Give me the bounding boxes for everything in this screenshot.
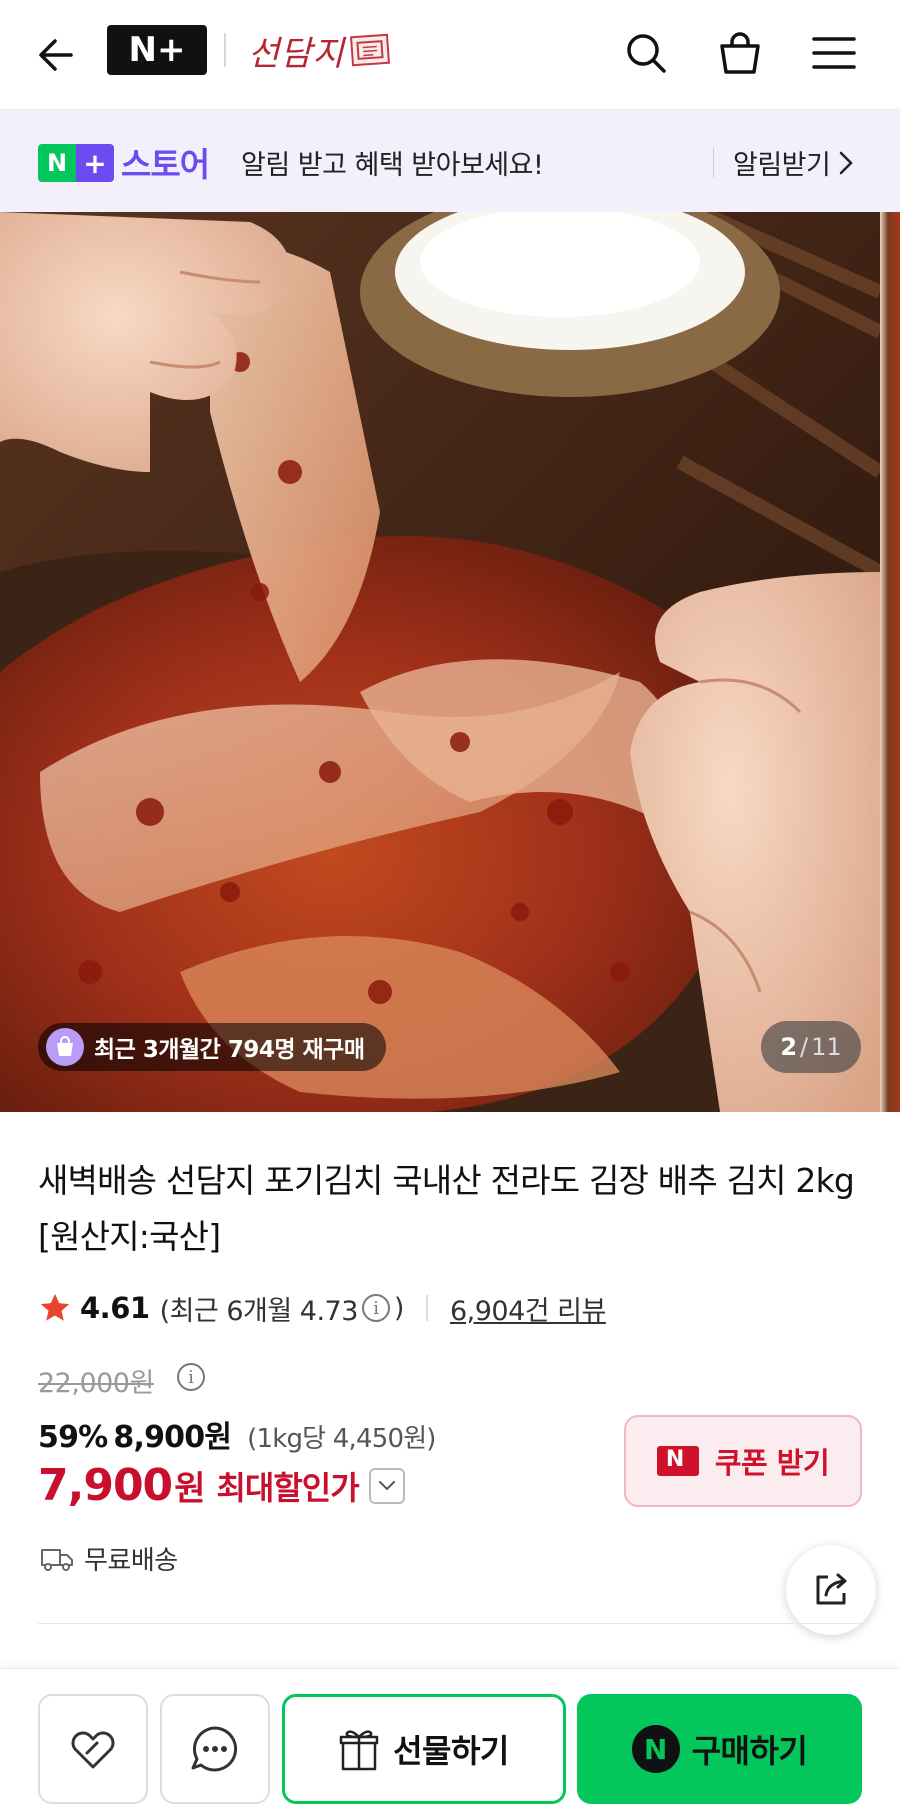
next-image-peek bbox=[880, 212, 900, 1112]
product-title: 새벽배송 선담지 포기김치 국내산 전라도 김장 배추 김치 2kg [원산지:… bbox=[38, 1161, 855, 1256]
gift-label: 선물하기 bbox=[393, 1732, 509, 1770]
rating-row: 4.61 (최근 6개월 4.73 i ) 6,904건 리뷰 bbox=[38, 1288, 606, 1328]
max-discount-row: 7,900 원 최대할인가 bbox=[38, 1460, 405, 1511]
app-header: N+ 선담지 bbox=[0, 0, 900, 110]
share-button[interactable] bbox=[786, 1545, 876, 1635]
max-discount-toggle[interactable] bbox=[368, 1467, 405, 1504]
original-price: 22,000원 bbox=[38, 1361, 154, 1400]
promo-message: 알림 받고 혜택 받아보세요! bbox=[241, 150, 544, 181]
np-plus: + bbox=[76, 144, 114, 182]
content-divider bbox=[38, 1623, 862, 1624]
rating-score: 4.61 bbox=[80, 1291, 150, 1325]
discount-percent: 59% bbox=[38, 1420, 108, 1455]
arrow-left-icon bbox=[39, 39, 73, 71]
buy-button[interactable]: N 구매하기 bbox=[577, 1694, 862, 1804]
heart-icon bbox=[71, 1731, 115, 1769]
product-image-carousel[interactable] bbox=[0, 212, 880, 1112]
np-logo-text: N+ bbox=[128, 30, 186, 70]
star-icon bbox=[40, 1293, 70, 1321]
notification-optin-button[interactable]: 알림받기 bbox=[733, 143, 854, 182]
unit-price: (1kg당 4,450원) bbox=[247, 1424, 436, 1454]
naver-plus-logo: N + bbox=[38, 144, 114, 182]
naver-plus-store-logo[interactable]: N+ bbox=[107, 25, 207, 75]
shipping-info: 무료배송 bbox=[40, 1540, 178, 1577]
notification-promo-banner: N + 스토어 알림 받고 혜택 받아보세요! 알림받기 bbox=[0, 110, 900, 212]
coupon-button[interactable]: N 쿠폰 받기 bbox=[624, 1415, 862, 1507]
search-icon bbox=[627, 34, 666, 73]
rating-divider bbox=[425, 1295, 428, 1321]
brand-seal-icon bbox=[349, 33, 390, 67]
wishlist-button[interactable] bbox=[38, 1694, 148, 1804]
naver-coupon-icon: N bbox=[656, 1446, 699, 1476]
truck-icon bbox=[41, 1548, 73, 1571]
gift-icon bbox=[339, 1730, 379, 1771]
chevron-down-icon bbox=[378, 1480, 395, 1490]
promo-divider bbox=[713, 148, 714, 178]
max-discount-label: 최대할인가 bbox=[216, 1468, 359, 1507]
max-discount-currency: 원 bbox=[174, 1469, 205, 1509]
repurchase-text: 최근 3개월간 794명 재구매 bbox=[94, 1037, 365, 1063]
bag-badge-icon bbox=[46, 1028, 84, 1066]
share-icon bbox=[816, 1573, 847, 1605]
price-info-icon[interactable]: i bbox=[177, 1363, 205, 1391]
cart-button[interactable] bbox=[712, 25, 768, 81]
gift-button[interactable]: 선물하기 bbox=[282, 1694, 566, 1804]
brand-divider bbox=[224, 33, 226, 67]
brand-name: 선담지 bbox=[248, 33, 345, 74]
sale-price-row: 59% 8,900원 (1kg당 4,450원) bbox=[38, 1412, 436, 1456]
back-button[interactable] bbox=[30, 28, 84, 82]
promo-store-label: 스토어 bbox=[121, 145, 210, 184]
naver-pay-icon: N bbox=[631, 1725, 680, 1773]
coupon-label: 쿠폰 받기 bbox=[714, 1446, 830, 1480]
kimchi-photo bbox=[0, 212, 880, 1112]
info-icon[interactable]: i bbox=[361, 1294, 390, 1322]
review-count-link[interactable]: 6,904건 리뷰 bbox=[450, 1289, 606, 1328]
image-pager: 2 / 11 bbox=[761, 1021, 861, 1073]
menu-icon bbox=[812, 37, 856, 69]
pager-current: 2 bbox=[780, 1033, 798, 1061]
promo-cta-label: 알림받기 bbox=[733, 150, 831, 181]
shopping-bag-icon bbox=[720, 32, 760, 74]
search-button[interactable] bbox=[618, 25, 674, 81]
sale-price: 8,900원 bbox=[113, 1420, 232, 1455]
rating-recent: (최근 6개월 4.73 bbox=[159, 1295, 359, 1327]
bottom-action-bar: 선물하기 N 구매하기 bbox=[0, 1668, 900, 1820]
chat-bubble-icon bbox=[191, 1726, 238, 1772]
max-discount-price: 7,900 bbox=[38, 1460, 173, 1511]
talktalk-button[interactable] bbox=[160, 1694, 270, 1804]
brand-logo[interactable]: 선담지 bbox=[248, 22, 390, 78]
np-n: N bbox=[38, 144, 76, 182]
original-price-value: 22,000원 bbox=[38, 1368, 154, 1399]
rating-recent-close: ) bbox=[393, 1292, 405, 1324]
pager-total: 11 bbox=[811, 1033, 842, 1061]
pager-sep: / bbox=[800, 1033, 809, 1061]
chevron-right-icon bbox=[840, 151, 854, 174]
menu-button[interactable] bbox=[806, 25, 862, 81]
repurchase-badge: 최근 3개월간 794명 재구매 bbox=[38, 1023, 387, 1071]
shipping-text: 무료배송 bbox=[84, 1546, 178, 1576]
buy-label: 구매하기 bbox=[691, 1732, 808, 1770]
